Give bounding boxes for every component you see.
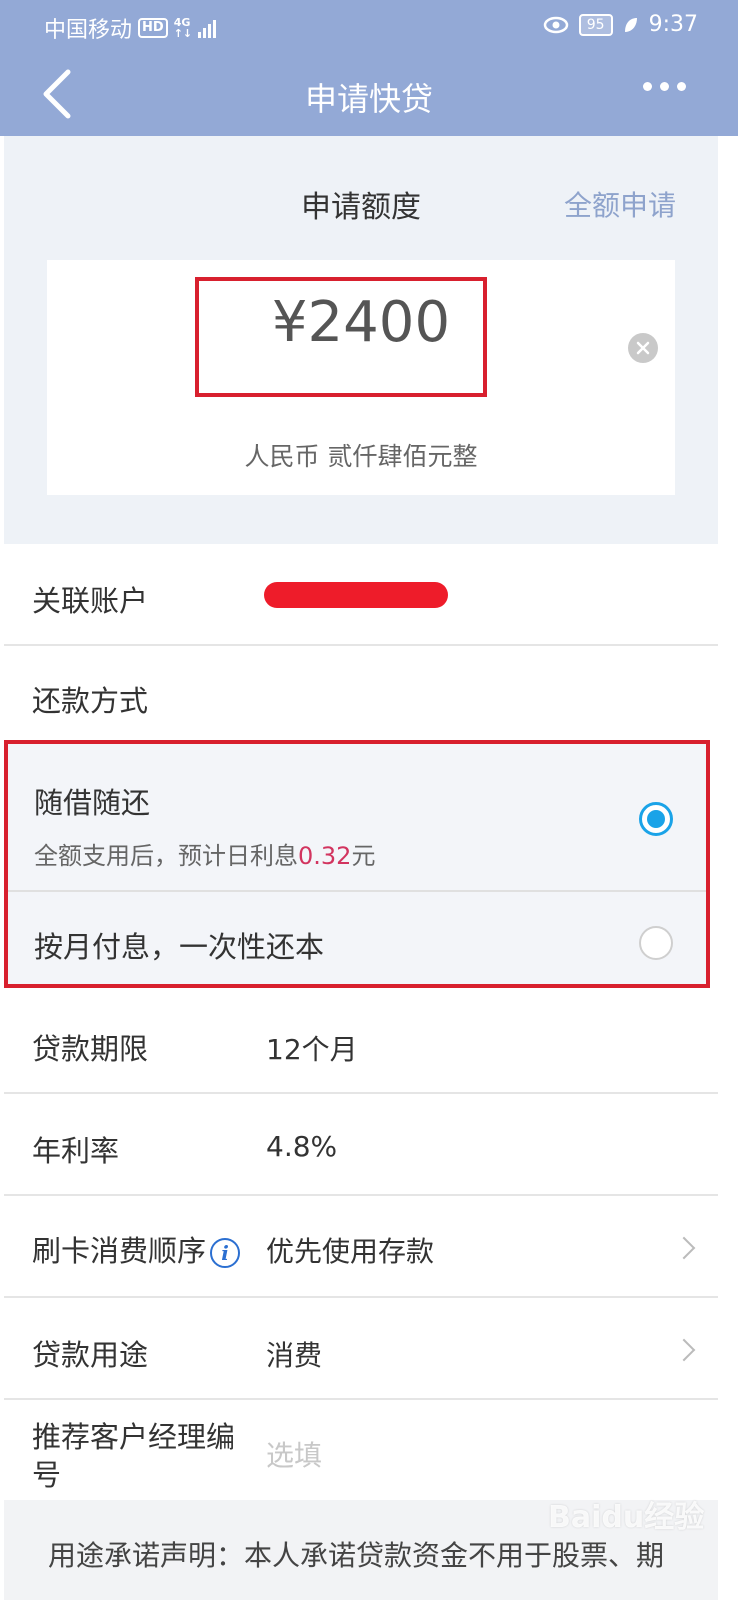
card-order-row[interactable]: 刷卡消费顺序 i 优先使用存款 (4, 1196, 718, 1298)
more-dots-icon[interactable] (643, 82, 686, 91)
nav-bar: 申请快贷 (0, 52, 738, 136)
eye-icon (543, 16, 569, 33)
repay-option-1-label: 随借随还 (34, 786, 151, 820)
leaf-icon (624, 17, 637, 32)
card-order-label-wrap: 刷卡消费顺序 i (32, 1228, 241, 1270)
loan-term-row: 贷款期限 12个月 (4, 992, 718, 1094)
annual-rate-row: 年利率 4.8% (4, 1094, 718, 1196)
manager-number-input[interactable]: 选填 (266, 1434, 322, 1474)
full-apply-link[interactable]: 全额申请 (564, 184, 676, 224)
manager-label-line2: 号 (32, 1458, 62, 1492)
network-icon: 4G ↑↓ (174, 17, 192, 39)
carrier-name: 中国移动 (44, 18, 133, 43)
manager-label-line1: 推荐客户经理编 (32, 1420, 236, 1454)
repay-option-2-label: 按月付息，一次性还本 (34, 930, 325, 964)
clear-circle-icon[interactable] (628, 333, 658, 363)
account-redaction (264, 582, 448, 608)
page-title: 申请快贷 (304, 80, 433, 118)
card-order-value: 优先使用存款 (266, 1235, 435, 1268)
manager-number-row[interactable]: 推荐客户经理编 号 选填 (4, 1400, 718, 1500)
repayment-method-label: 还款方式 (32, 684, 149, 718)
loan-term-label: 贷款期限 (32, 1032, 149, 1066)
amount-in-words: 人民币 贰仟肆佰元整 (244, 442, 478, 471)
linked-account-label: 关联账户 (32, 584, 149, 618)
status-bar: 中国移动 HD 4G ↑↓ 95 9:37 (0, 0, 738, 52)
loan-term-value: 12个月 (266, 1033, 358, 1066)
card-order-label: 刷卡消费顺序 (32, 1234, 207, 1268)
radio-selected[interactable] (639, 802, 673, 836)
statement-text: 用途承诺声明：本人承诺贷款资金不用于股票、期 (48, 1539, 665, 1572)
repay-note-suffix: 元 (351, 842, 376, 870)
repayment-options: 随借随还 全额支用后，预计日利息0.32元 按月付息，一次性还本 (4, 740, 710, 988)
status-right: 95 9:37 (543, 12, 698, 37)
status-left: 中国移动 HD 4G ↑↓ (44, 12, 217, 44)
repayment-method-row: 还款方式 (4, 646, 718, 740)
clock: 9:37 (648, 12, 698, 37)
chevron-right-icon (672, 1338, 696, 1362)
network-arrows: ↑↓ (173, 27, 193, 40)
signal-icon (198, 18, 217, 38)
annual-rate-label: 年利率 (32, 1134, 120, 1168)
loan-purpose-label: 贷款用途 (32, 1338, 149, 1372)
manager-number-label: 推荐客户经理编 号 (32, 1418, 235, 1494)
repay-option-1-note: 全额支用后，预计日利息0.32元 (34, 836, 375, 871)
watermark: Baidu经验 (548, 1500, 705, 1535)
loan-purpose-row[interactable]: 贷款用途 消费 (4, 1298, 718, 1400)
amount-input[interactable]: ¥2400 (47, 290, 675, 355)
daily-interest-value: 0.32 (298, 842, 352, 870)
repay-note-prefix: 全额支用后，预计日利息 (34, 842, 298, 870)
option-divider (8, 890, 706, 892)
loan-purpose-value: 消费 (266, 1339, 323, 1372)
battery-icon: 95 (578, 13, 613, 36)
info-icon[interactable]: i (210, 1238, 241, 1268)
amount-card: ¥2400 人民币 贰仟肆佰元整 (47, 260, 675, 495)
annual-rate-value: 4.8% (266, 1130, 338, 1163)
hd-badge: HD (138, 18, 168, 38)
chevron-right-icon (672, 1236, 696, 1260)
amount-section: 申请额度 全额申请 ¥2400 人民币 贰仟肆佰元整 (4, 136, 718, 544)
radio-unselected[interactable] (639, 926, 673, 960)
